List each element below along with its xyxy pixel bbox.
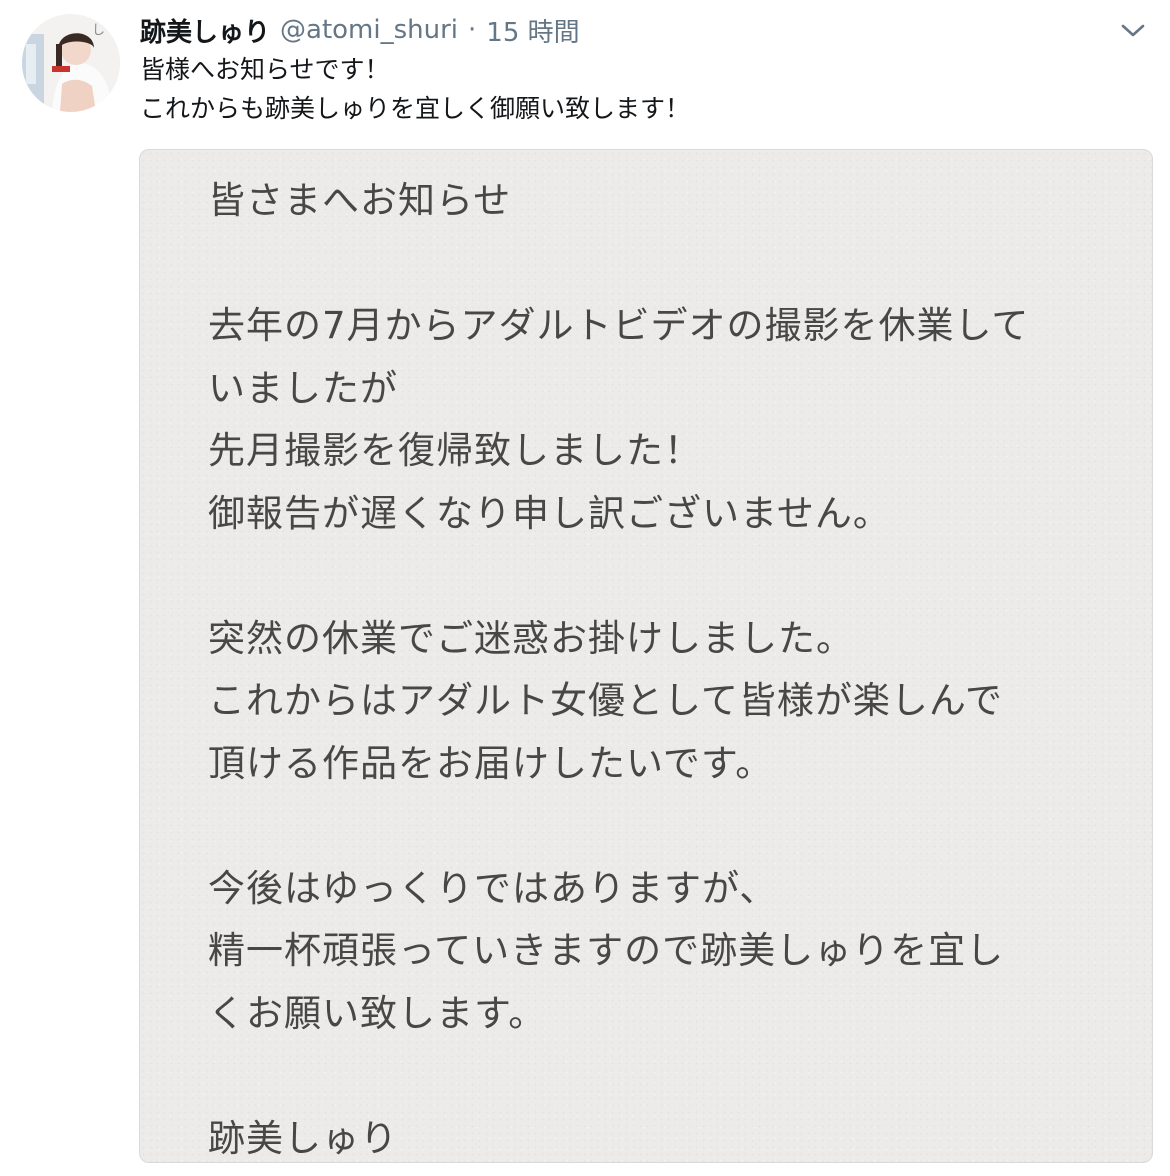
display-name[interactable]: 跡美しゅり [140, 12, 270, 49]
note-line [208, 1045, 1029, 1108]
tweet-menu-button[interactable] [1118, 18, 1148, 42]
note-line: 頂ける作品をお届けしたいです。 [208, 741, 774, 785]
note-line [208, 795, 1029, 858]
tweet-text-line: 皆様へお知らせです！ [140, 55, 390, 84]
note-line: 跡美しゅり [208, 1116, 398, 1160]
note-line: 皆さまへお知らせ [208, 179, 512, 222]
note-line: 今後はゆっくりではありますが、 [208, 866, 778, 910]
note-text: 皆さまへお知らせ 去年の7月からアダルトビデオの撮影を休業して いましたが 先月… [208, 170, 1030, 1162]
profile-photo: し [22, 14, 120, 112]
tweet-text: 皆様へお知らせです！ これからも跡美しゅりを宜しく御願い致します！ [140, 50, 690, 128]
tweet-image[interactable]: 皆さまへお知らせ 去年の7月からアダルトビデオの撮影を休業して いましたが 先月… [139, 149, 1153, 1163]
note-line: 突然の休業でご迷惑お掛けしました。 [208, 616, 854, 660]
note-line: 精一杯頑張っていきますので跡美しゅりを宜し [208, 929, 1005, 972]
tweet: し 跡美しゅり @atomi_shuri · 15 時間 皆様へお知らせです！ … [0, 0, 1170, 1176]
username-handle[interactable]: @atomi_shuri [280, 15, 458, 45]
svg-text:し: し [92, 23, 105, 38]
note-line: 御報告が遅くなり申し訳ございません。 [208, 491, 891, 535]
avatar[interactable]: し [22, 14, 120, 112]
note-line [208, 233, 1029, 296]
note-line: 先月撮影を復帰致しました！ [208, 429, 702, 472]
note-line [208, 545, 1029, 608]
note-line: いましたが [208, 366, 398, 410]
chevron-down-icon [1121, 24, 1145, 37]
note-line: くお願い致します。 [208, 991, 547, 1035]
tweet-text-line: これからも跡美しゅりを宜しく御願い致します！ [140, 94, 691, 123]
note-line: 去年の7月からアダルトビデオの撮影を休業して [208, 304, 1030, 347]
timestamp[interactable]: 15 時間 [486, 12, 579, 49]
separator-dot: · [468, 15, 477, 45]
tweet-header: 跡美しゅり @atomi_shuri · 15 時間 [140, 10, 580, 50]
note-line: これからはアダルト女優として皆様が楽しんで [208, 679, 1004, 722]
